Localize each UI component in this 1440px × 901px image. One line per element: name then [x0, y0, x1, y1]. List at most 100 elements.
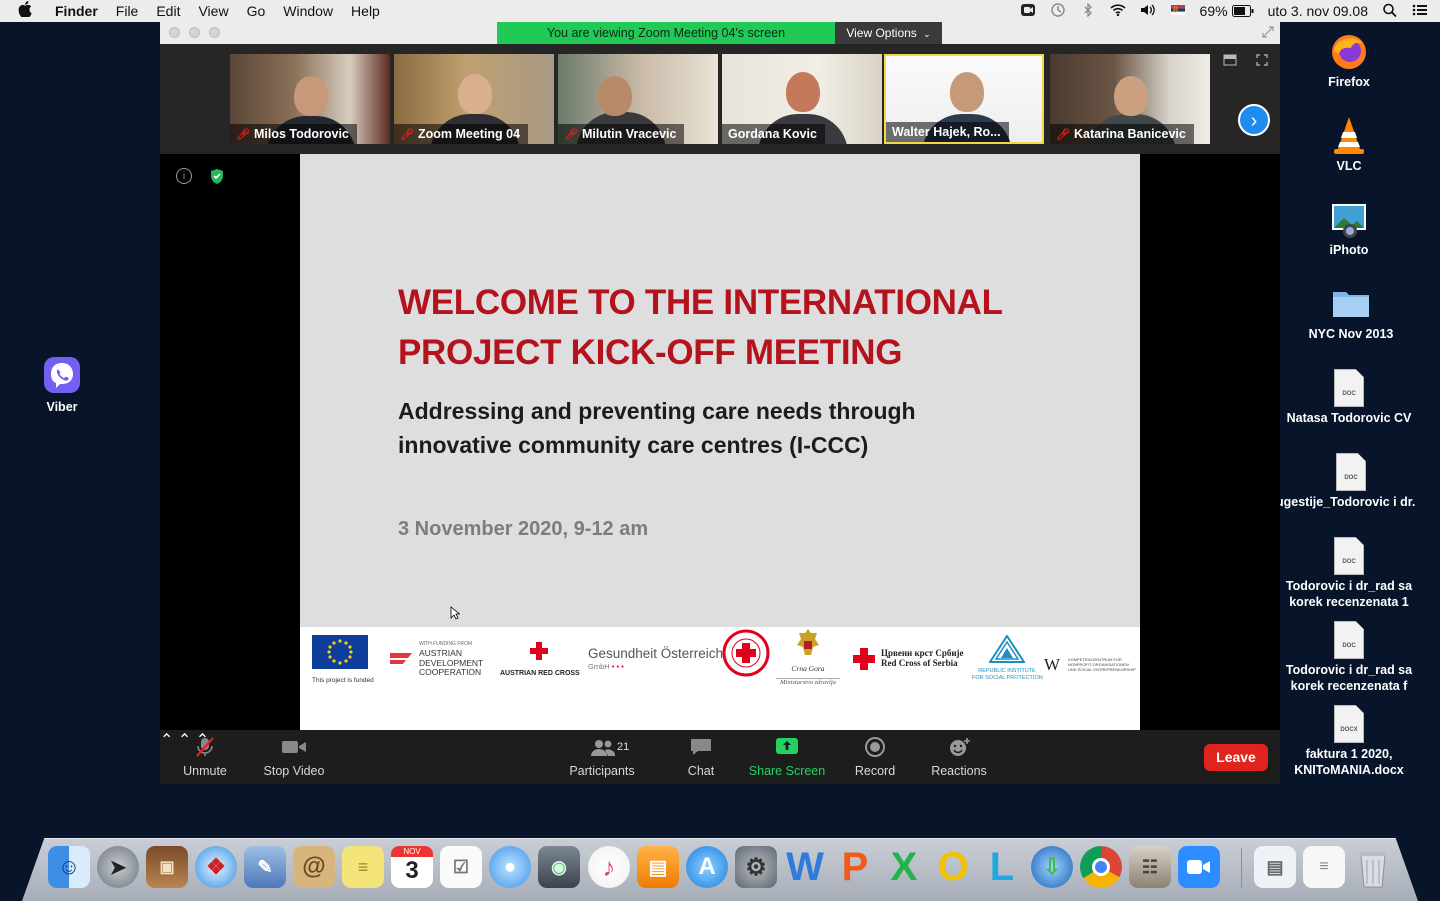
dock-calendar-icon[interactable]: NOV 3 — [391, 846, 433, 888]
dock-outlook-icon[interactable]: O — [932, 845, 974, 889]
participant-name: Gordana Kovic — [728, 127, 817, 141]
menu-file[interactable]: File — [107, 3, 148, 19]
dock-safari-icon[interactable]: ❖ — [195, 846, 237, 888]
dock-app-store-icon[interactable]: A — [686, 846, 728, 888]
next-page-arrow-icon[interactable]: › — [1238, 104, 1270, 136]
dock-contacts-icon[interactable]: @ — [293, 846, 335, 888]
menu-edit[interactable]: Edit — [147, 3, 189, 19]
minimize-window-button[interactable] — [189, 27, 200, 38]
gesundheit-oesterreich-logo: Gesundheit Österreich GmbH • • • — [588, 646, 723, 671]
desktop-icon-folder[interactable]: NYC Nov 2013 — [1276, 282, 1426, 342]
close-window-button[interactable] — [169, 27, 180, 38]
file-type-badge: DOCX — [1340, 727, 1358, 733]
mne-ministry-text: Ministarstvo zdravlja — [776, 678, 840, 686]
apple-menu-icon[interactable] — [0, 1, 46, 21]
desktop-icon-doc-rad-1[interactable]: DOC Todorovic i dr_rad sa korek recenzen… — [1274, 534, 1424, 610]
dock-photo-booth-icon[interactable]: ▣ — [146, 846, 188, 888]
dock-preview-icon[interactable]: ✎ — [244, 846, 286, 888]
unmute-button[interactable]: Unmute — [172, 730, 238, 784]
dock-zoom-icon[interactable] — [1178, 846, 1220, 888]
participant-tile[interactable]: 🎤︎ Milos Todorovic — [230, 54, 390, 144]
desktop-icon-doc-sugestije[interactable]: DOC ugestije_Todorovic i dr. — [1276, 450, 1440, 510]
menu-window[interactable]: Window — [274, 3, 342, 19]
menu-view[interactable]: View — [189, 3, 237, 19]
file-type-badge: DOC — [1342, 391, 1356, 397]
zoom-window-button[interactable] — [209, 27, 220, 38]
participant-tile[interactable]: 🎤︎ Katarina Banicevic — [1050, 54, 1210, 144]
reactions-button[interactable]: Reactions — [924, 730, 994, 784]
dock-recent-download-icon[interactable]: ≡ — [1303, 846, 1345, 888]
stop-video-button[interactable]: Stop Video — [258, 730, 330, 784]
participant-video-strip: 🎤︎ Milos Todorovic 🎤︎ Zoom Meeting 04 🎤︎ Mi… — [160, 44, 1280, 154]
input-source-flag-icon[interactable] — [1163, 3, 1193, 20]
wu-mark: W — [1044, 655, 1061, 674]
wifi-icon[interactable] — [1103, 3, 1133, 20]
spotlight-search-icon[interactable] — [1375, 3, 1405, 20]
dock-word-icon[interactable]: W — [784, 845, 826, 889]
dock-system-preferences-icon[interactable]: ⚙ — [735, 846, 777, 888]
menu-help[interactable]: Help — [342, 3, 389, 19]
dock-downloads-icon[interactable]: ⇩ — [1031, 846, 1073, 888]
time-machine-icon[interactable] — [1043, 2, 1073, 20]
dock-reminders-icon[interactable]: ☑ — [440, 846, 482, 888]
desktop-icon-vlc[interactable]: VLC — [1274, 114, 1424, 174]
participant-tile[interactable]: 🎤︎ Zoom Meeting 04 — [394, 54, 554, 144]
doc-icon: DOC — [1328, 534, 1370, 576]
file-type-badge: DOC — [1342, 559, 1356, 565]
share-screen-button[interactable]: Share Screen — [746, 730, 828, 784]
dock-facetime-icon[interactable]: ◉ — [538, 846, 580, 888]
bluetooth-icon[interactable] — [1073, 2, 1103, 20]
dock-lync-icon[interactable]: L — [981, 845, 1023, 889]
chat-button[interactable]: Chat — [676, 730, 726, 784]
participant-tile[interactable]: Gordana Kovic — [722, 54, 882, 144]
menubar-clock[interactable]: uto 3. nov 09.08 — [1261, 3, 1375, 19]
view-options-dropdown[interactable]: View Options ⌄ — [835, 22, 942, 44]
dock-messages-icon[interactable]: ● — [489, 846, 531, 888]
dock-photos-icon[interactable]: ☷ — [1129, 846, 1171, 888]
desktop-icon-doc-cv[interactable]: DOC Natasa Todorovic CV — [1274, 366, 1424, 426]
dock-trash-icon[interactable] — [1352, 846, 1394, 888]
volume-icon[interactable] — [1133, 3, 1163, 20]
desktop-icon-docx-faktura[interactable]: DOCX faktura 1 2020, KNIToMANIA.docx — [1274, 702, 1424, 778]
serbia-cyrillic-text: Црвени крст Србије — [881, 648, 964, 658]
dock-itunes-icon[interactable]: ♪ — [588, 846, 630, 888]
desktop-icon-label: Natasa Todorovic CV — [1286, 411, 1412, 425]
zoom-status-icon[interactable] — [1013, 3, 1043, 20]
battery-status[interactable]: 69% — [1193, 3, 1261, 19]
participant-name: Zoom Meeting 04 — [417, 127, 521, 141]
encryption-shield-icon[interactable] — [209, 168, 225, 185]
record-label: Record — [854, 764, 896, 778]
dock-powerpoint-icon[interactable]: P — [834, 845, 876, 889]
participants-button[interactable]: 21 Participants — [564, 730, 640, 784]
layout-icon[interactable] — [1223, 54, 1237, 69]
notification-center-icon[interactable] — [1405, 3, 1440, 20]
menu-go[interactable]: Go — [238, 3, 275, 19]
dock-ibooks-icon[interactable]: ▤ — [637, 846, 679, 888]
dock-finder-icon[interactable]: ☺ — [48, 846, 90, 888]
participant-name-label: 🎤︎ Milos Todorovic — [230, 124, 357, 144]
desktop-icon-viber[interactable]: Viber — [0, 355, 137, 415]
firefox-icon — [1328, 30, 1370, 72]
leave-meeting-button[interactable]: Leave — [1204, 744, 1268, 771]
serbia-english-text: Red Cross of Serbia — [881, 658, 958, 668]
dock-stickies-icon[interactable]: ≡ — [342, 846, 384, 888]
desktop-icon-label: ugestije_Todorovic i dr. — [1276, 495, 1416, 509]
meeting-info-icon[interactable]: i — [176, 168, 192, 184]
dock-excel-icon[interactable]: X — [883, 845, 925, 889]
dock-launchpad-icon[interactable]: ➤ — [97, 846, 139, 888]
dock-documents-stack-icon[interactable]: ▤ — [1254, 846, 1296, 888]
participant-name-label: Gordana Kovic — [722, 124, 825, 144]
desktop-icon-iphoto[interactable]: iPhoto — [1274, 198, 1424, 258]
participant-tile[interactable]: 🎤︎ Milutin Vracevic — [558, 54, 718, 144]
record-button[interactable]: Record — [848, 730, 902, 784]
desktop-icon-firefox[interactable]: Firefox — [1274, 30, 1424, 90]
participant-tile-active-speaker[interactable]: Walter Hajek, Ro... — [884, 54, 1044, 144]
desktop-icon-doc-rad-f[interactable]: DOC Todorovic i dr_rad sa korek recenzen… — [1274, 618, 1424, 694]
dock-chrome-icon[interactable] — [1080, 846, 1122, 888]
doc-icon: DOC — [1328, 366, 1370, 408]
goeg-gmbh: GmbH — [588, 662, 610, 671]
participant-name-label: 🎤︎ Katarina Banicevic — [1050, 124, 1194, 144]
fullscreen-arrows-icon[interactable] — [1262, 26, 1274, 38]
expand-icon[interactable] — [1256, 54, 1268, 69]
app-name[interactable]: Finder — [46, 3, 107, 19]
